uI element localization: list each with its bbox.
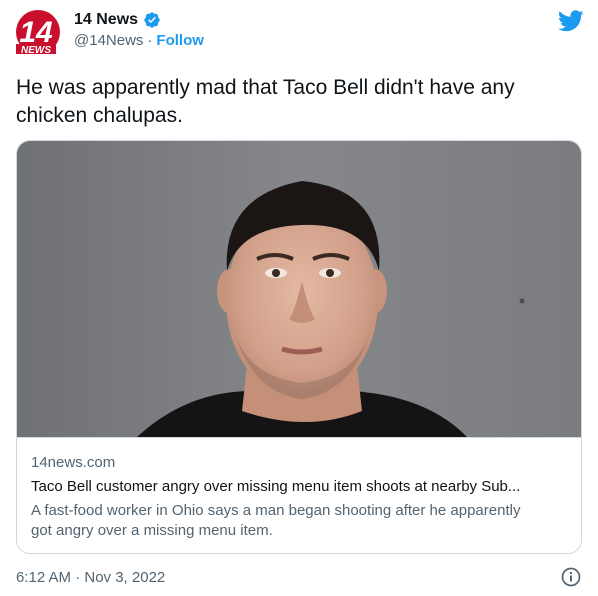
author-block: 14 News @14News · Follow (74, 11, 204, 49)
link-card[interactable]: 14news.com Taco Bell customer angry over… (16, 140, 582, 554)
logo-subtext: NEWS (21, 45, 51, 56)
account-name[interactable]: 14 News (74, 11, 138, 29)
14-news-logo: 14 NEWS (16, 10, 60, 56)
tweet-text: He was apparently mad that Taco Bell did… (16, 76, 515, 127)
account-handle[interactable]: @14News (74, 32, 143, 49)
name-row: 14 News (74, 11, 204, 29)
twitter-bird-icon[interactable] (558, 10, 584, 32)
card-domain: 14news.com (31, 454, 116, 471)
tweet-timestamp[interactable]: 6:12 AM · Nov 3, 2022 (16, 569, 165, 586)
separator: · (147, 32, 153, 49)
card-title[interactable]: Taco Bell customer angry over missing me… (31, 478, 567, 495)
card-image[interactable] (17, 141, 581, 437)
follow-button[interactable]: Follow (156, 32, 204, 49)
handle-row: @14News · Follow (74, 32, 204, 49)
verified-badge-icon (143, 11, 161, 29)
info-icon[interactable] (561, 567, 581, 587)
card-description: A fast-food worker in Ohio says a man be… (31, 502, 521, 539)
account-avatar[interactable]: 14 NEWS (14, 8, 66, 56)
card-meta: 14news.com Taco Bell customer angry over… (17, 437, 581, 553)
